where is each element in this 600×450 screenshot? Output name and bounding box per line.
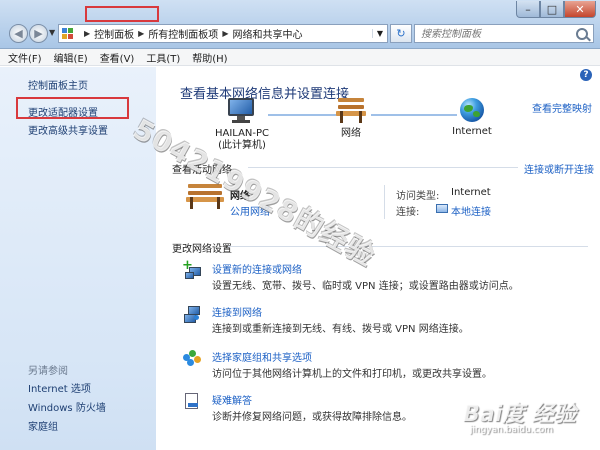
task-item: 连接到网络 连接到或重新连接到无线、有线、拨号或 VPN 网络连接。 — [182, 304, 592, 338]
forward-button[interactable]: ▶ — [29, 24, 48, 43]
main-content: ? 查看基本网络信息并设置连接 查看完整映射 HAILAN-PC (此计算机) … — [156, 67, 600, 450]
divider — [228, 246, 588, 247]
map-node-internet[interactable]: Internet — [444, 98, 500, 138]
back-button[interactable]: ◀ — [9, 24, 28, 43]
breadcrumb-all-items[interactable]: 所有控制面板项 — [148, 26, 218, 41]
menu-bar: 文件(F) 编辑(E) 查看(V) 工具(T) 帮助(H) — [0, 49, 600, 66]
search-icon[interactable] — [576, 28, 588, 40]
sidebar-item-adapter-settings[interactable]: 更改适配器设置 — [28, 104, 98, 119]
baidu-jingyan-logo: Bai度 经验 — [463, 402, 576, 427]
map-node-computer[interactable]: HAILAN-PC (此计算机) — [202, 98, 282, 152]
new-connection-icon: + — [182, 259, 202, 281]
task-item: + 设置新的连接或网络 设置无线、宽带、拨号、临时或 VPN 连接；或设置路由器… — [182, 259, 592, 295]
task-link-homegroup[interactable]: 选择家庭组和共享选项 — [212, 349, 312, 364]
network-adapter-icon — [436, 204, 448, 213]
homegroup-icon — [182, 349, 202, 369]
network-sharing-center-window: – □ ✕ ◀ ▶ ▼ ▶ 控制面板 ▶ 所有控制面板项 ▶ 网络和共享中心 ▼… — [0, 0, 600, 450]
sidebar: 控制面板主页 更改适配器设置 更改高级共享设置 另请参阅 Internet 选项… — [0, 67, 156, 450]
see-also-label: 另请参阅 — [28, 366, 68, 377]
sidebar-item-advanced-sharing[interactable]: 更改高级共享设置 — [28, 122, 108, 137]
local-connection-link[interactable]: 本地连接 — [451, 203, 491, 218]
breadcrumb-separator-icon: ▶ — [84, 29, 91, 38]
sidebar-item-home[interactable]: 控制面板主页 — [28, 77, 88, 92]
breadcrumb-separator-icon: ▶ — [138, 29, 145, 38]
connect-network-icon — [182, 304, 202, 324]
internet-label: Internet — [452, 126, 492, 137]
baidu-jingyan-url: jingyan.baidu.com — [470, 425, 554, 435]
access-type-label: 访问类型: — [396, 191, 440, 202]
menu-help[interactable]: 帮助(H) — [192, 50, 227, 65]
bench-icon — [336, 98, 366, 124]
divider — [248, 167, 518, 168]
breadcrumb-network-center[interactable]: 网络和共享中心 — [232, 26, 302, 41]
section-title-active-networks: 查看活动网络 — [172, 165, 232, 176]
access-type-value: Internet — [451, 187, 491, 198]
task-item: 选择家庭组和共享选项 访问位于其他网络计算机上的文件和打印机，或更改共享设置。 — [182, 349, 592, 383]
full-map-link[interactable]: 查看完整映射 — [532, 100, 592, 115]
bench-icon — [186, 184, 224, 216]
connect-disconnect-link[interactable]: 连接或断开连接 — [524, 161, 594, 176]
computer-icon — [226, 98, 258, 124]
sidebar-item-homegroup[interactable]: 家庭组 — [28, 418, 58, 433]
refresh-button[interactable]: ↻ — [390, 24, 412, 43]
network-type-link[interactable]: 公用网络 — [230, 203, 270, 218]
arrow-right-icon: ▶ — [34, 27, 43, 40]
active-network-icon-wrap — [186, 184, 224, 216]
connection-label: 连接: — [396, 207, 420, 218]
divider — [384, 185, 385, 219]
task-link-connect-network[interactable]: 连接到网络 — [212, 304, 262, 319]
search-box[interactable] — [414, 24, 594, 43]
menu-edit[interactable]: 编辑(E) — [54, 50, 88, 65]
active-network-name: 网络 — [230, 191, 250, 202]
network-label: 网络 — [341, 128, 361, 139]
computer-sub: (此计算机) — [218, 140, 266, 151]
help-icon[interactable]: ? — [580, 69, 592, 81]
menu-view[interactable]: 查看(V) — [100, 50, 135, 65]
task-desc: 设置无线、宽带、拨号、临时或 VPN 连接；或设置路由器或访问点。 — [212, 281, 519, 292]
address-bar[interactable]: ▶ 控制面板 ▶ 所有控制面板项 ▶ 网络和共享中心 ▼ — [58, 24, 388, 43]
computer-name: HAILAN-PC — [214, 128, 270, 139]
map-node-network[interactable]: 网络 — [326, 98, 376, 140]
control-panel-icon — [62, 27, 76, 40]
maximize-button[interactable]: □ — [540, 1, 564, 18]
close-button[interactable]: ✕ — [564, 1, 596, 18]
search-input[interactable] — [419, 26, 573, 43]
minimize-button[interactable]: – — [516, 1, 540, 18]
highlight-rectangle — [85, 6, 159, 22]
menu-file[interactable]: 文件(F) — [8, 50, 42, 65]
address-dropdown-icon[interactable]: ▼ — [372, 29, 387, 38]
breadcrumb-separator-icon: ▶ — [222, 29, 229, 38]
troubleshoot-icon — [182, 392, 202, 412]
breadcrumb-control-panel[interactable]: 控制面板 — [94, 26, 134, 41]
sidebar-item-firewall[interactable]: Windows 防火墙 — [28, 399, 106, 414]
section-title-change-settings: 更改网络设置 — [172, 244, 232, 255]
title-bar: – □ ✕ ◀ ▶ ▼ ▶ 控制面板 ▶ 所有控制面板项 ▶ 网络和共享中心 ▼… — [0, 0, 600, 49]
task-desc: 诊断并修复网络问题，或获得故障排除信息。 — [212, 412, 412, 423]
task-desc: 连接到或重新连接到无线、有线、拨号或 VPN 网络连接。 — [212, 324, 469, 335]
menu-tools[interactable]: 工具(T) — [146, 50, 180, 65]
recent-pages-dropdown[interactable]: ▼ — [49, 28, 55, 37]
task-link-troubleshoot[interactable]: 疑难解答 — [212, 392, 252, 407]
refresh-icon: ↻ — [396, 27, 406, 40]
sidebar-item-internet-options[interactable]: Internet 选项 — [28, 380, 91, 395]
globe-icon — [460, 98, 484, 122]
arrow-left-icon: ◀ — [14, 27, 23, 40]
task-link-new-connection[interactable]: 设置新的连接或网络 — [212, 261, 302, 276]
task-desc: 访问位于其他网络计算机上的文件和打印机，或更改共享设置。 — [212, 369, 492, 380]
